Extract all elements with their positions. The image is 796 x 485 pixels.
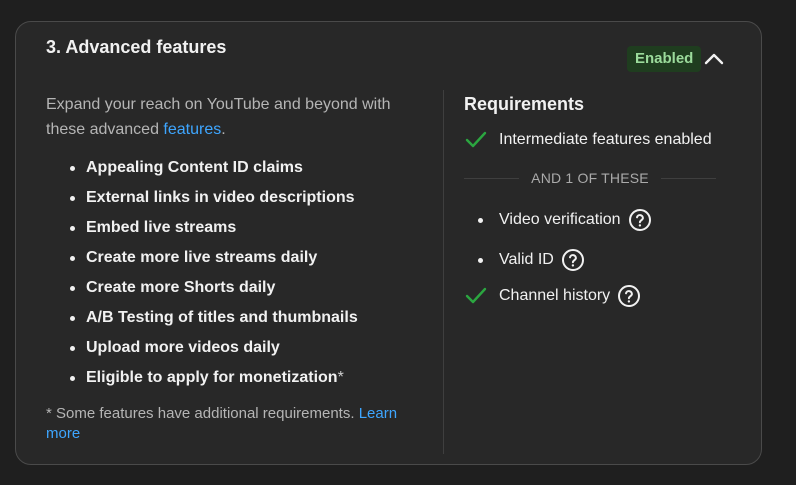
requirement-option: Video verification (464, 208, 716, 232)
list-item: Appealing Content ID claims (70, 158, 421, 188)
and-separator: AND 1 OF THESE (464, 170, 716, 186)
bullet-icon (478, 217, 483, 223)
feature-label: External links in video descriptions (86, 189, 355, 206)
chevron-up-icon (704, 53, 724, 65)
requirement-option: Channel history (464, 284, 716, 308)
check-icon (464, 130, 499, 150)
requirement-option: Valid ID (464, 248, 716, 272)
requirement-label: Video verification (499, 211, 621, 228)
feature-suffix: * (337, 369, 344, 386)
list-item: Create more Shorts daily (70, 278, 421, 308)
intro-text: Expand your reach on YouTube and beyond … (46, 92, 421, 142)
requirement-label: Valid ID (499, 251, 554, 268)
requirement-label: Channel history (499, 287, 611, 304)
separator-line (660, 177, 716, 179)
bullet-mark (464, 257, 499, 263)
list-item: External links in video descriptions (70, 188, 421, 218)
bullet-icon (478, 257, 483, 263)
separator-line (464, 177, 520, 179)
advanced-features-card: 3. Advanced features Enabled Expand your… (15, 21, 762, 465)
features-column: Expand your reach on YouTube and beyond … (46, 92, 421, 444)
feature-label: Upload more videos daily (86, 339, 280, 356)
column-divider (443, 90, 444, 454)
intro-text-after: . (221, 121, 226, 138)
requirements-title: Requirements (464, 94, 585, 114)
requirements-column: Requirements Intermediate features enabl… (464, 92, 716, 308)
footnote-text: * Some features have additional requirem… (46, 405, 359, 422)
feature-label: Embed live streams (86, 219, 237, 236)
bullet-mark (464, 217, 499, 223)
separator-text: AND 1 OF THESE (531, 170, 649, 186)
features-link[interactable]: features (163, 121, 221, 138)
check-icon (464, 286, 499, 306)
requirement-primary: Intermediate features enabled (464, 130, 716, 150)
status-badge: Enabled (627, 46, 702, 72)
help-icon[interactable] (628, 208, 652, 232)
list-item: Create more live streams daily (70, 248, 421, 278)
footnote: * Some features have additional requirem… (46, 404, 421, 444)
collapse-button[interactable] (700, 46, 728, 72)
card-title: 3. Advanced features (46, 37, 227, 57)
list-item: Eligible to apply for monetization* (70, 368, 421, 398)
help-icon[interactable] (561, 248, 585, 272)
feature-list: Appealing Content ID claims External lin… (70, 158, 421, 398)
feature-label: Create more Shorts daily (86, 279, 276, 296)
feature-label: Appealing Content ID claims (86, 159, 303, 176)
feature-label: A/B Testing of titles and thumbnails (86, 309, 358, 326)
help-icon[interactable] (617, 284, 641, 308)
list-item: Embed live streams (70, 218, 421, 248)
list-item: Upload more videos daily (70, 338, 421, 368)
feature-label: Create more live streams daily (86, 249, 318, 266)
requirement-label: Intermediate features enabled (499, 131, 712, 148)
feature-label: Eligible to apply for monetization (86, 369, 338, 386)
list-item: A/B Testing of titles and thumbnails (70, 308, 421, 338)
